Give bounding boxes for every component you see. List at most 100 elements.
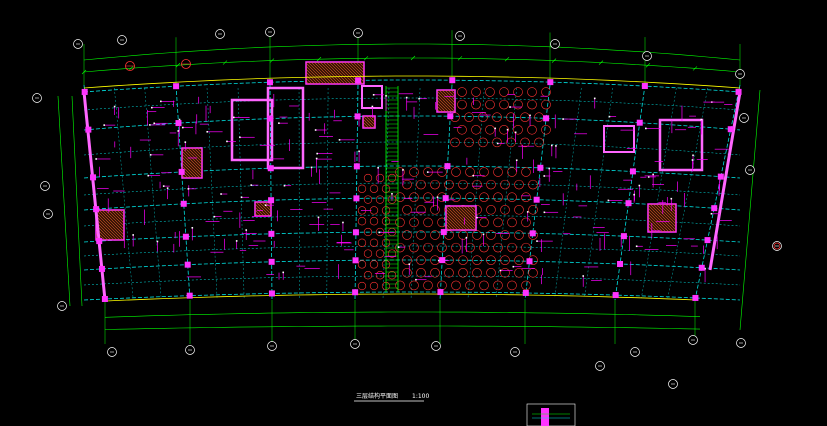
column <box>268 290 275 297</box>
axis-bubble-icon <box>57 301 67 311</box>
rebar-label-dot <box>647 176 650 178</box>
hatched-block <box>181 147 203 179</box>
rebar-label-dot <box>316 152 318 155</box>
column <box>352 257 359 264</box>
column <box>717 173 724 180</box>
column <box>537 164 544 171</box>
column <box>449 77 456 84</box>
rebar-label-dot <box>700 118 703 121</box>
column <box>266 79 273 86</box>
column <box>93 206 100 213</box>
rebar-label-dot <box>149 154 152 156</box>
rebar-label-dot <box>156 240 159 243</box>
column <box>641 83 648 90</box>
rebar-label-dot <box>652 173 654 176</box>
column <box>442 195 449 202</box>
axis-bubble-icon <box>455 31 465 41</box>
rebar-label-dot <box>206 130 209 133</box>
rebar-label-dot <box>283 184 286 187</box>
column <box>178 168 185 175</box>
hatched-block <box>362 115 376 129</box>
column <box>353 195 360 202</box>
rebar-label-dot <box>95 158 97 160</box>
axis-bubble-icon <box>107 347 117 357</box>
drawing-scale: 1:100 <box>412 393 429 400</box>
column <box>180 200 187 207</box>
rebar-label-dot <box>181 126 184 129</box>
rebar-label-dot <box>562 118 564 120</box>
column <box>711 205 718 212</box>
rebar-label-dot <box>371 105 374 108</box>
rebar-label-dot <box>692 154 694 157</box>
column <box>352 289 359 296</box>
rebar-label-dot <box>191 226 194 229</box>
rebar-label-dot <box>235 240 238 242</box>
column <box>698 264 705 271</box>
rebar-label-dot <box>391 192 393 195</box>
column <box>268 197 275 204</box>
column <box>529 230 536 237</box>
axis-bubble-icon <box>595 361 605 371</box>
rebar-label-dot <box>220 193 222 195</box>
axis-bubble-icon <box>215 29 225 39</box>
axis-bubble-icon <box>32 93 42 103</box>
column <box>629 168 636 175</box>
column <box>354 113 361 120</box>
rebar-label-dot <box>232 116 235 119</box>
rebar-label-dot <box>408 263 411 266</box>
column <box>98 265 105 272</box>
rebar-label-dot <box>160 100 162 103</box>
rebar-label-dot <box>633 193 635 196</box>
column <box>444 163 451 170</box>
axis-bubble-icon <box>688 335 698 345</box>
column <box>267 165 274 172</box>
rebar-label-dot <box>506 128 509 131</box>
column <box>547 79 554 86</box>
rebar-label-dot <box>132 234 134 236</box>
axis-bubble-icon <box>736 338 746 348</box>
rebar-label-dot <box>166 187 169 189</box>
rebar-label-dot <box>645 127 647 130</box>
rebar-label-dot <box>385 95 387 97</box>
rebar-label-dot <box>245 229 248 231</box>
axis-bubble-icon <box>267 341 277 351</box>
cad-drawing-canvas[interactable]: 三层结构平面图 1:100 <box>0 0 827 426</box>
column <box>182 233 189 240</box>
column <box>353 163 360 170</box>
rebar-label-dot <box>529 114 531 117</box>
rebar-label-dot <box>555 145 557 147</box>
rebar-label-dot <box>358 150 360 153</box>
axis-bubble-icon <box>350 339 360 349</box>
rebar-label-dot <box>177 130 180 132</box>
rebar-label-dot <box>551 144 553 147</box>
rebar-label-dot <box>418 97 420 100</box>
hatched-block <box>445 205 477 231</box>
column <box>440 229 447 236</box>
rebar-label-dot <box>426 171 429 173</box>
axis-bubble-icon <box>739 113 749 123</box>
rebar-label-dot <box>113 105 116 108</box>
column <box>101 296 108 303</box>
rebar-label-dot <box>103 124 106 126</box>
column <box>620 233 627 240</box>
column <box>268 258 275 265</box>
rebar-label-dot <box>512 265 515 268</box>
rebar-label-dot <box>250 184 253 186</box>
rebar-label-dot <box>342 221 344 224</box>
column <box>522 289 529 296</box>
rebar-label-dot <box>582 275 585 277</box>
axis-bubble-icon <box>431 341 441 351</box>
rebar-label-dot <box>482 233 485 236</box>
rebar-label-dot <box>465 236 468 239</box>
rebar-label-dot <box>593 97 596 100</box>
axis-bubble-icon <box>43 209 53 219</box>
column <box>81 88 88 95</box>
rebar-label-dot <box>149 124 151 126</box>
rebar-label-dot <box>378 231 381 234</box>
axis-bubble-icon <box>353 28 363 38</box>
column <box>96 238 103 245</box>
hatched-block <box>254 201 272 217</box>
axis-bubble-icon <box>117 35 127 45</box>
rebar-label-dot <box>536 240 538 242</box>
rebar-label-dot <box>514 131 517 134</box>
